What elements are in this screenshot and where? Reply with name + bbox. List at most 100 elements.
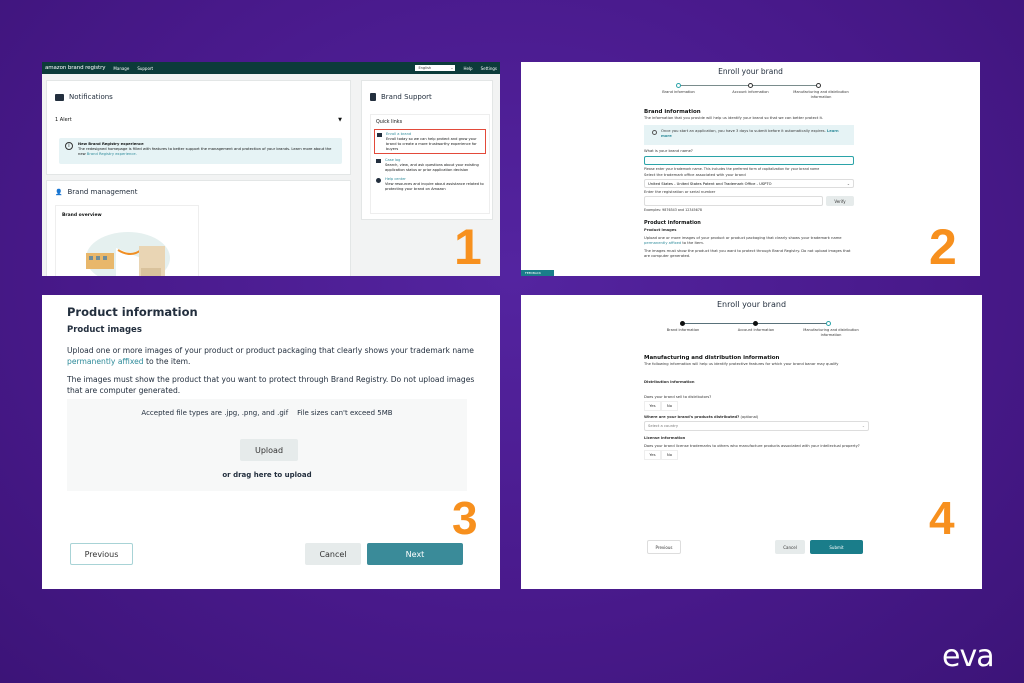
next-button[interactable]: Next (367, 543, 463, 565)
help-center-desc: View resources and inquire about assista… (385, 181, 484, 191)
amazon-brand-registry-logo[interactable]: amazon brand registry (45, 65, 106, 71)
nav-manage[interactable]: Manage (113, 66, 129, 71)
brand-name-input[interactable] (644, 155, 854, 165)
registration-number-input[interactable] (644, 196, 823, 207)
step-label-2: Account information (732, 90, 769, 94)
product-text-1b: to the item. (681, 240, 704, 245)
brand-management-card: 👤 Brand management Brand overview (46, 180, 351, 276)
step-label-1: Brand information (666, 328, 700, 332)
quick-links-title: Quick links (376, 120, 403, 125)
step-label-2: Account information (737, 328, 775, 332)
brand-overview-title: Brand overview (62, 213, 102, 218)
accepted-types: Accepted file types are .jpg, .png, and … (141, 409, 289, 417)
country-select[interactable]: Select a country ⌄ (644, 420, 869, 431)
chevron-down-icon: ⌄ (846, 181, 850, 186)
question-circle-icon (376, 177, 381, 183)
upload-dropzone[interactable]: Accepted file types are .jpg, .png, and … (67, 399, 467, 491)
enroll-brand-desc: Enroll today so we can help protect and … (386, 136, 477, 151)
distributors-question: Does your brand sell to distributors? (644, 394, 712, 399)
verify-button[interactable]: Verify (826, 196, 854, 207)
language-value: English (418, 66, 432, 70)
nav-support[interactable]: Support (137, 66, 153, 71)
step-number-4: 4 (929, 492, 955, 544)
distribution-title: Distribution information (644, 379, 695, 384)
quick-link-help-center[interactable]: Help center View resources and inquire ab… (376, 177, 484, 192)
panel-enroll-brand-info: Enroll your brand Brand information Acco… (521, 62, 980, 276)
product-text-1b: to the item. (143, 357, 191, 366)
brand-name-hint: Please enter your trademark name. This i… (644, 166, 820, 171)
progress-stepper: Brand information Account information Ma… (641, 321, 881, 345)
drag-upload-hint: or drag here to upload (222, 471, 312, 479)
reg-label: Enter the registration or serial number (644, 190, 716, 195)
step-dot-2 (748, 83, 753, 88)
product-text-2: The images must show the product that yo… (67, 375, 475, 395)
country-placeholder: Select a country (648, 423, 679, 428)
product-text-1: Upload one or more images of your produc… (67, 345, 487, 367)
cancel-button[interactable]: Cancel (305, 543, 361, 565)
office-value: United States - United States Patent and… (648, 181, 772, 186)
brand-illustration (86, 232, 170, 276)
enroll-title: Enroll your brand (718, 67, 783, 76)
permanently-affixed-link[interactable]: permanently affixed (644, 241, 681, 245)
alert-toggle[interactable]: 1 Alert ▼ (55, 117, 342, 123)
eva-logo: eva (942, 639, 995, 674)
step-number-1: 1 (454, 219, 482, 275)
user-icon: 👤 (55, 188, 63, 196)
brand-overview-card: Brand overview (55, 205, 199, 276)
nav-help[interactable]: Help (463, 66, 472, 71)
trademark-office-select[interactable]: United States - United States Patent and… (644, 179, 854, 189)
briefcase-icon (376, 159, 381, 164)
info-link[interactable]: Brand Registry experience. (87, 152, 137, 156)
enroll-title: Enroll your brand (716, 300, 787, 309)
nav-settings[interactable]: Settings (481, 66, 497, 71)
step-label-3: Manufacturing and distribution informati… (803, 328, 859, 337)
progress-stepper: Brand information Account information Ma… (611, 83, 849, 107)
product-text-1-part: Upload one or more images of your produc… (67, 346, 474, 355)
quick-link-enroll-brand[interactable]: Enroll a brand Enroll today so we can hel… (374, 129, 486, 155)
office-label: Select the trademark office associated w… (644, 173, 746, 178)
quick-links-box: Quick links Enroll a brand Enroll today s… (370, 114, 490, 214)
product-images-title: Product images (67, 325, 142, 335)
license-no-button[interactable]: No (661, 449, 678, 460)
product-info-title: Product information (67, 305, 198, 319)
file-requirements: Accepted file types are .jpg, .png, and … (67, 409, 467, 417)
brand-management-title: Brand management (67, 188, 138, 196)
previous-button[interactable]: Previous (647, 540, 681, 554)
chevron-down-icon: ⌄ (450, 66, 454, 70)
info-icon (652, 129, 657, 135)
reg-examples: Examples: 9876543 and 12345678 (644, 208, 702, 213)
product-images-title: Product images (644, 227, 677, 232)
notifications-header: Notifications (55, 93, 113, 101)
panel-product-images: Product information Product images Uploa… (42, 295, 500, 589)
step-number-3: 3 (452, 492, 478, 544)
help-book-icon (370, 93, 376, 101)
quick-link-case-log[interactable]: Case log Search, view, and ask questions … (376, 158, 484, 173)
language-select[interactable]: English ⌄ (415, 65, 456, 71)
previous-button[interactable]: Previous (70, 543, 133, 565)
license-yes-button[interactable]: Yes (644, 449, 661, 460)
license-question: Does your brand license trademarks to ot… (644, 443, 860, 448)
reg-row: Verify (644, 196, 854, 207)
brand-info-form: Brand information The information that y… (644, 109, 854, 259)
step-dot-1 (676, 83, 681, 88)
submit-button[interactable]: Submit (810, 540, 863, 554)
section-title: Manufacturing and distribution informati… (644, 355, 780, 361)
brand-support-header: Brand Support (370, 93, 432, 101)
panel-brand-registry-home: amazon brand registry Manage Support Eng… (42, 62, 500, 276)
upload-button[interactable]: Upload (240, 439, 298, 461)
section-desc: The following information will help us i… (644, 362, 839, 366)
file-size-limit: File sizes can't exceed 5MB (297, 409, 393, 417)
info-banner: i New Brand Registry experience The rede… (59, 138, 342, 164)
info-icon: i (65, 142, 73, 150)
feedback-tab[interactable]: FEEDBACK (521, 270, 554, 276)
cancel-button[interactable]: Cancel (775, 540, 805, 554)
permanently-affixed-link[interactable]: permanently affixed (67, 357, 144, 366)
chevron-down-icon: ⌄ (861, 423, 865, 428)
top-nav-bar: amazon brand registry Manage Support Eng… (42, 62, 500, 74)
distributors-yes-button[interactable]: Yes (644, 400, 661, 411)
where-optional: (optional) (740, 414, 759, 419)
step-number-2: 2 (929, 219, 957, 275)
distributors-no-button[interactable]: No (661, 400, 678, 411)
feedback-label: FEEDBACK (525, 271, 541, 275)
notifications-card: Notifications 1 Alert ▼ i New Brand Regi… (46, 80, 351, 175)
